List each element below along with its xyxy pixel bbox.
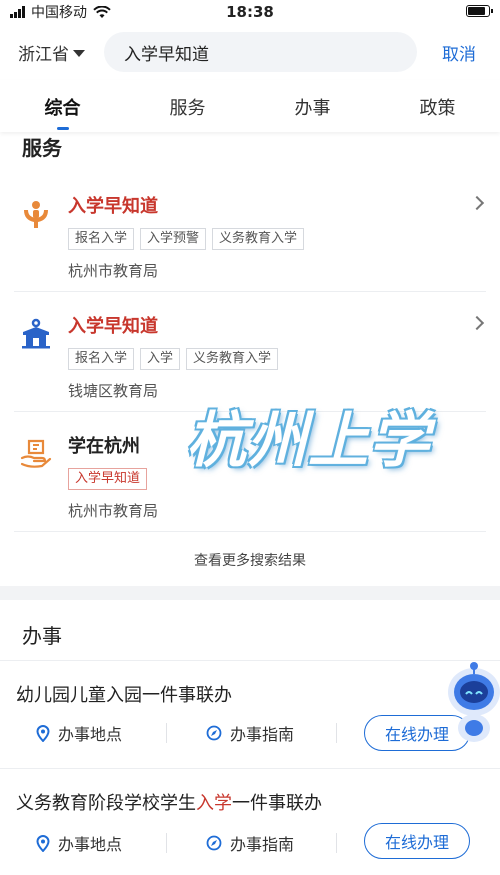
tab-services[interactable]: 服务	[125, 80, 250, 132]
service-tag: 报名入学	[68, 228, 135, 250]
chevron-right-icon	[469, 315, 485, 331]
more-results-link[interactable]: 查看更多搜索结果	[0, 550, 500, 570]
service-tag: 入学	[140, 348, 181, 370]
task-title: 义务教育阶段学校学生入学一件事联办	[16, 789, 322, 815]
service-tag: 入学早知道	[68, 468, 148, 490]
service-title: 入学早知道	[68, 196, 158, 217]
service-tag: 报名入学	[68, 348, 135, 370]
status-bar: 中国移动 18:38	[0, 0, 500, 24]
hand-book-icon	[20, 439, 52, 468]
divider	[166, 723, 167, 743]
compass-icon	[206, 835, 222, 851]
service-title: 入学早知道	[68, 316, 158, 337]
service-org: 杭州市教育局	[68, 502, 159, 520]
search-input-value: 入学早知道	[124, 44, 209, 65]
signal-icon	[10, 6, 25, 18]
service-tag: 义务教育入学	[186, 348, 279, 370]
search-header: 浙江省 入学早知道 取消	[0, 24, 500, 80]
region-label: 浙江省	[18, 44, 69, 65]
guide-label: 办事指南	[230, 835, 295, 854]
region-selector[interactable]: 浙江省	[18, 40, 104, 65]
location-link[interactable]: 办事地点	[36, 831, 122, 855]
location-link[interactable]: 办事地点	[36, 721, 122, 745]
caret-down-icon	[73, 49, 85, 57]
online-apply-button[interactable]: 在线办理	[364, 823, 470, 859]
search-input[interactable]: 入学早知道	[104, 32, 417, 72]
carrier-label: 中国移动	[31, 5, 87, 21]
tasks-title: 办事	[22, 624, 62, 648]
location-label: 办事地点	[58, 835, 123, 854]
service-tag: 义务教育入学	[212, 228, 305, 250]
compass-icon	[206, 725, 222, 741]
guide-link[interactable]: 办事指南	[206, 831, 294, 855]
school-building-icon	[22, 318, 50, 349]
task-title-text: 幼儿园儿童入园一件事联办	[16, 685, 232, 706]
task-title-highlight: 入学	[196, 793, 232, 814]
overlay-caption: 杭州上学	[186, 406, 430, 476]
task-item[interactable]: 义务教育阶段学校学生入学一件事联办 办事地点 办事指南 在线办理	[0, 768, 500, 875]
task-title-text: 一件事联办	[232, 793, 322, 814]
task-title-text: 义务教育阶段学校学生	[16, 793, 196, 814]
cancel-button[interactable]: 取消	[442, 40, 476, 65]
service-tags: 报名入学 入学 义务教育入学	[68, 348, 279, 370]
tab-bar: 综合 服务 办事 政策	[0, 80, 500, 132]
hand-person-icon	[24, 201, 48, 228]
services-section: 服务 入学早知道 报名入学 入学预警 义务教育入学 杭州市教育局 入学早知道 报…	[0, 126, 500, 586]
service-title: 学在杭州	[68, 436, 140, 457]
service-tags: 入学早知道	[68, 468, 148, 490]
battery-icon	[466, 5, 493, 17]
wifi-icon	[93, 5, 111, 18]
service-tags: 报名入学 入学预警 义务教育入学	[68, 228, 305, 250]
divider	[166, 833, 167, 853]
location-pin-icon	[36, 834, 50, 852]
assistant-robot-icon[interactable]	[444, 652, 500, 748]
chevron-right-icon	[469, 195, 485, 211]
task-title: 幼儿园儿童入园一件事联办	[16, 681, 232, 707]
service-item[interactable]: 入学早知道 报名入学 入学预警 义务教育入学 杭州市教育局	[14, 172, 486, 292]
divider	[336, 833, 337, 853]
divider	[336, 723, 337, 743]
location-label: 办事地点	[58, 725, 123, 744]
service-tag: 入学预警	[140, 228, 207, 250]
services-title: 服务	[22, 136, 62, 160]
status-left: 中国移动	[10, 2, 190, 22]
service-org: 钱塘区教育局	[68, 382, 159, 400]
location-pin-icon	[36, 724, 50, 742]
service-org: 杭州市教育局	[68, 262, 159, 280]
guide-label: 办事指南	[230, 725, 295, 744]
tab-general[interactable]: 综合	[0, 80, 125, 132]
tasks-section: 办事 幼儿园儿童入园一件事联办 办事地点 办事指南 在线办理 义务教育阶段学校学…	[0, 600, 500, 875]
tab-policy[interactable]: 政策	[375, 80, 500, 132]
tab-affairs[interactable]: 办事	[250, 80, 375, 132]
guide-link[interactable]: 办事指南	[206, 721, 294, 745]
task-item[interactable]: 幼儿园儿童入园一件事联办 办事地点 办事指南 在线办理	[0, 660, 500, 768]
